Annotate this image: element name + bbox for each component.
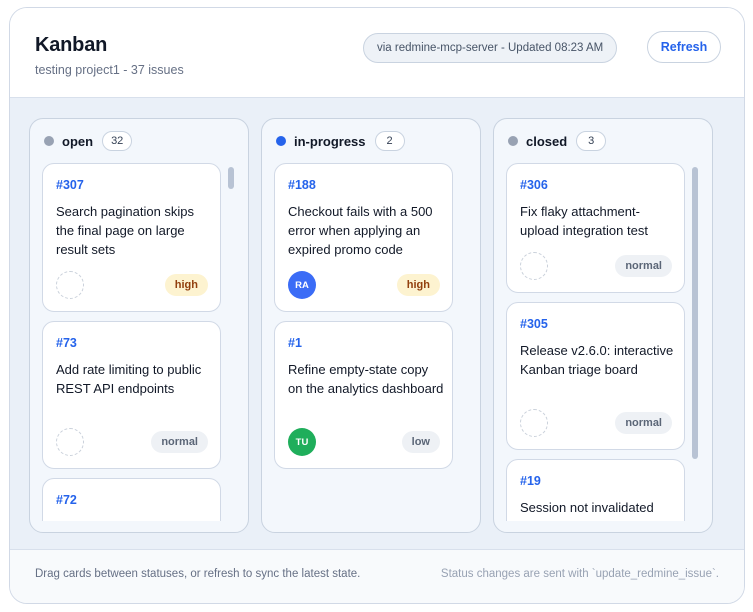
footer: Drag cards between statuses, or refresh …: [10, 549, 744, 603]
column-scrollbar[interactable]: [692, 167, 698, 459]
column-header: closed 3: [508, 131, 607, 151]
issue-card[interactable]: #19 Session not invalidated: [506, 459, 685, 521]
footer-note: Status changes are sent with `update_red…: [440, 568, 719, 580]
issue-card[interactable]: #305 Release v2.6.0: interactive Kanban …: [506, 302, 685, 450]
refresh-button[interactable]: Refresh: [647, 31, 721, 63]
column-open[interactable]: open 32 #307 Search pagination skips the…: [29, 118, 249, 533]
issue-card[interactable]: #306 Fix flaky attachment-upload integra…: [506, 163, 685, 293]
card-list: #188 Checkout fails with a 500 error whe…: [274, 163, 454, 521]
priority-badge: normal: [615, 255, 672, 277]
column-scrollbar[interactable]: [228, 167, 234, 189]
page-title: Kanban: [35, 34, 108, 56]
unassigned-avatar[interactable]: [520, 409, 548, 437]
issue-title: Checkout fails with a 500 error when app…: [288, 204, 433, 257]
column-closed[interactable]: closed 3 #306 Fix flaky attachment-uploa…: [493, 118, 713, 533]
column-header: open 32: [44, 131, 133, 151]
unassigned-avatar[interactable]: [520, 252, 548, 280]
column-title: closed: [526, 133, 568, 149]
status-dot-icon: [508, 136, 518, 146]
status-dot-icon: [44, 136, 54, 146]
kanban-app: Kanban testing project1 - 37 issues via …: [9, 7, 745, 604]
header: Kanban testing project1 - 37 issues via …: [10, 8, 744, 98]
priority-badge: normal: [151, 431, 208, 453]
issue-id[interactable]: #307: [56, 178, 84, 192]
priority-badge: low: [401, 431, 440, 453]
assignee-avatar[interactable]: RA: [288, 271, 316, 299]
card-list: #306 Fix flaky attachment-upload integra…: [506, 163, 686, 521]
column-in-progress[interactable]: in-progress 2 #188 Checkout fails with a…: [261, 118, 481, 533]
page-subtitle: testing project1 - 37 issues: [35, 63, 184, 77]
issue-id[interactable]: #188: [288, 178, 316, 192]
issue-title: Search pagination skips the final page o…: [56, 204, 195, 257]
issue-card[interactable]: #73 Add rate limiting to public REST API…: [42, 321, 221, 469]
issue-title: Release v2.6.0: interactive Kanban triag…: [520, 343, 674, 377]
issue-title: Add rate limiting to public REST API end…: [56, 362, 202, 396]
assignee-avatar[interactable]: TU: [288, 428, 316, 456]
issue-title: Fix flaky attachment-upload integration …: [520, 204, 648, 238]
column-header: in-progress 2: [276, 131, 405, 151]
issue-card[interactable]: #1 Refine empty-state copy on the analyt…: [274, 321, 453, 469]
issue-id[interactable]: #305: [520, 317, 548, 331]
column-title: in-progress: [294, 133, 366, 149]
issue-title: Session not invalidated: [520, 500, 654, 515]
source-status-badge: via redmine-mcp-server - Updated 08:23 A…: [363, 33, 618, 63]
priority-badge: high: [396, 274, 440, 296]
priority-badge: high: [164, 274, 208, 296]
column-count-badge: 32: [102, 131, 133, 151]
footer-hint: Drag cards between statuses, or refresh …: [35, 568, 361, 580]
column-count-badge: 2: [374, 131, 405, 151]
column-title: open: [62, 133, 94, 149]
issue-card[interactable]: #188 Checkout fails with a 500 error whe…: [274, 163, 453, 312]
issue-card[interactable]: #72: [42, 478, 221, 521]
unassigned-avatar[interactable]: [56, 271, 84, 299]
status-dot-icon: [276, 136, 286, 146]
unassigned-avatar[interactable]: [56, 428, 84, 456]
issue-id[interactable]: #306: [520, 178, 548, 192]
issue-id[interactable]: #19: [520, 474, 541, 488]
issue-card[interactable]: #307 Search pagination skips the final p…: [42, 163, 221, 312]
issue-id[interactable]: #1: [288, 336, 302, 350]
kanban-board: open 32 #307 Search pagination skips the…: [10, 98, 744, 549]
issue-id[interactable]: #72: [56, 493, 77, 507]
column-count-badge: 3: [576, 131, 607, 151]
card-list: #307 Search pagination skips the final p…: [42, 163, 222, 521]
issue-id[interactable]: #73: [56, 336, 77, 350]
issue-title: Refine empty-state copy on the analytics…: [288, 362, 444, 396]
priority-badge: normal: [615, 412, 672, 434]
